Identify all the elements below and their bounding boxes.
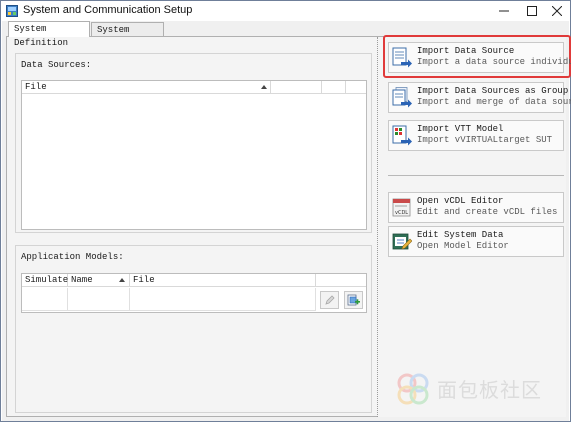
action-title: Import Data Source <box>417 46 515 56</box>
app-window: System and Communication Setup System De… <box>0 0 571 422</box>
column-header-blank <box>316 274 366 287</box>
column-header-name[interactable]: Name <box>68 274 130 287</box>
maximize-icon <box>527 6 537 16</box>
column-header-blank <box>322 81 346 94</box>
title-bar[interactable]: System and Communication Setup <box>1 1 570 21</box>
application-models-label: Application Models: <box>21 252 124 262</box>
table-cell[interactable] <box>22 288 68 311</box>
minimize-button[interactable] <box>491 1 517 21</box>
data-sources-table[interactable]: File <box>21 80 367 230</box>
action-subtitle: Import and merge of data sources <box>417 97 571 107</box>
edit-model-button[interactable] <box>320 291 339 309</box>
column-header-simulated[interactable]: Simulated <box>22 274 74 287</box>
tab-system-explorer[interactable]: System Explorer <box>91 22 164 49</box>
svg-text:vCDL: vCDL <box>395 210 408 216</box>
import-vtt-model-button[interactable]: Import VTT Model Import vVIRTUALtarget S… <box>388 120 564 151</box>
import-data-sources-group-button[interactable]: Import Data Sources as Group Import and … <box>388 82 571 113</box>
column-header-file[interactable]: File <box>130 274 316 287</box>
watermark: 面包板社区 <box>393 369 563 409</box>
vtt-model-icon <box>392 125 412 146</box>
data-sources-group: Data Sources: File <box>15 53 372 233</box>
add-model-icon <box>347 294 360 305</box>
column-header-file[interactable]: File <box>22 81 271 94</box>
app-icon <box>6 5 18 17</box>
close-button[interactable] <box>544 1 570 21</box>
data-sources-label: Data Sources: <box>21 60 92 70</box>
column-header-blank <box>271 81 322 94</box>
tab-system-definition[interactable]: System Definition <box>8 21 90 48</box>
table-cell[interactable] <box>68 288 130 311</box>
action-subtitle: Import a data source individually <box>417 57 571 67</box>
edit-system-data-icon <box>392 233 412 250</box>
window-title: System and Communication Setup <box>23 4 193 16</box>
action-title: Import VTT Model <box>417 124 504 134</box>
action-title: Edit System Data <box>417 230 504 240</box>
import-data-source-button[interactable]: Import Data Source Import a data source … <box>388 42 571 73</box>
column-header-label: File <box>25 82 47 92</box>
import-group-icon <box>392 87 412 108</box>
application-models-table[interactable]: Simulated Name File <box>21 273 367 313</box>
maximize-button[interactable] <box>519 1 545 21</box>
separator <box>388 175 564 176</box>
minimize-icon <box>499 10 509 12</box>
application-models-group: Application Models: Simulated Name File <box>15 245 372 413</box>
action-subtitle: Import vVIRTUALtarget SUT <box>417 135 553 145</box>
action-title: Open vCDL Editor <box>417 196 504 206</box>
watermark-text: 面包板社区 <box>437 378 542 402</box>
edit-system-data-button[interactable]: Edit System Data Open Model Editor <box>388 226 564 257</box>
action-subtitle: Open Model Editor <box>417 241 509 251</box>
column-header-blank <box>346 81 366 94</box>
open-vcdl-editor-button[interactable]: vCDL Open vCDL Editor Edit and create vC… <box>388 192 564 223</box>
sort-ascending-icon <box>119 278 125 282</box>
pencil-icon <box>325 294 335 305</box>
action-title: Import Data Sources as Group <box>417 86 569 96</box>
column-header-label: Name <box>71 275 93 285</box>
table-cell[interactable] <box>130 288 316 311</box>
window-body: System Definition System Explorer Data S… <box>2 21 571 421</box>
actions-panel: Import Data Source Import a data source … <box>377 35 571 417</box>
watermark-logo-icon <box>397 373 429 405</box>
system-definition-panel: Data Sources: File Application Models: S… <box>6 35 571 417</box>
add-model-button[interactable] <box>344 291 363 309</box>
sort-ascending-icon <box>261 85 267 89</box>
close-icon <box>552 6 562 16</box>
table-row[interactable] <box>22 288 366 312</box>
import-document-icon <box>392 47 412 68</box>
vcdl-editor-icon: vCDL <box>392 198 411 217</box>
action-subtitle: Edit and create vCDL files <box>417 207 558 217</box>
